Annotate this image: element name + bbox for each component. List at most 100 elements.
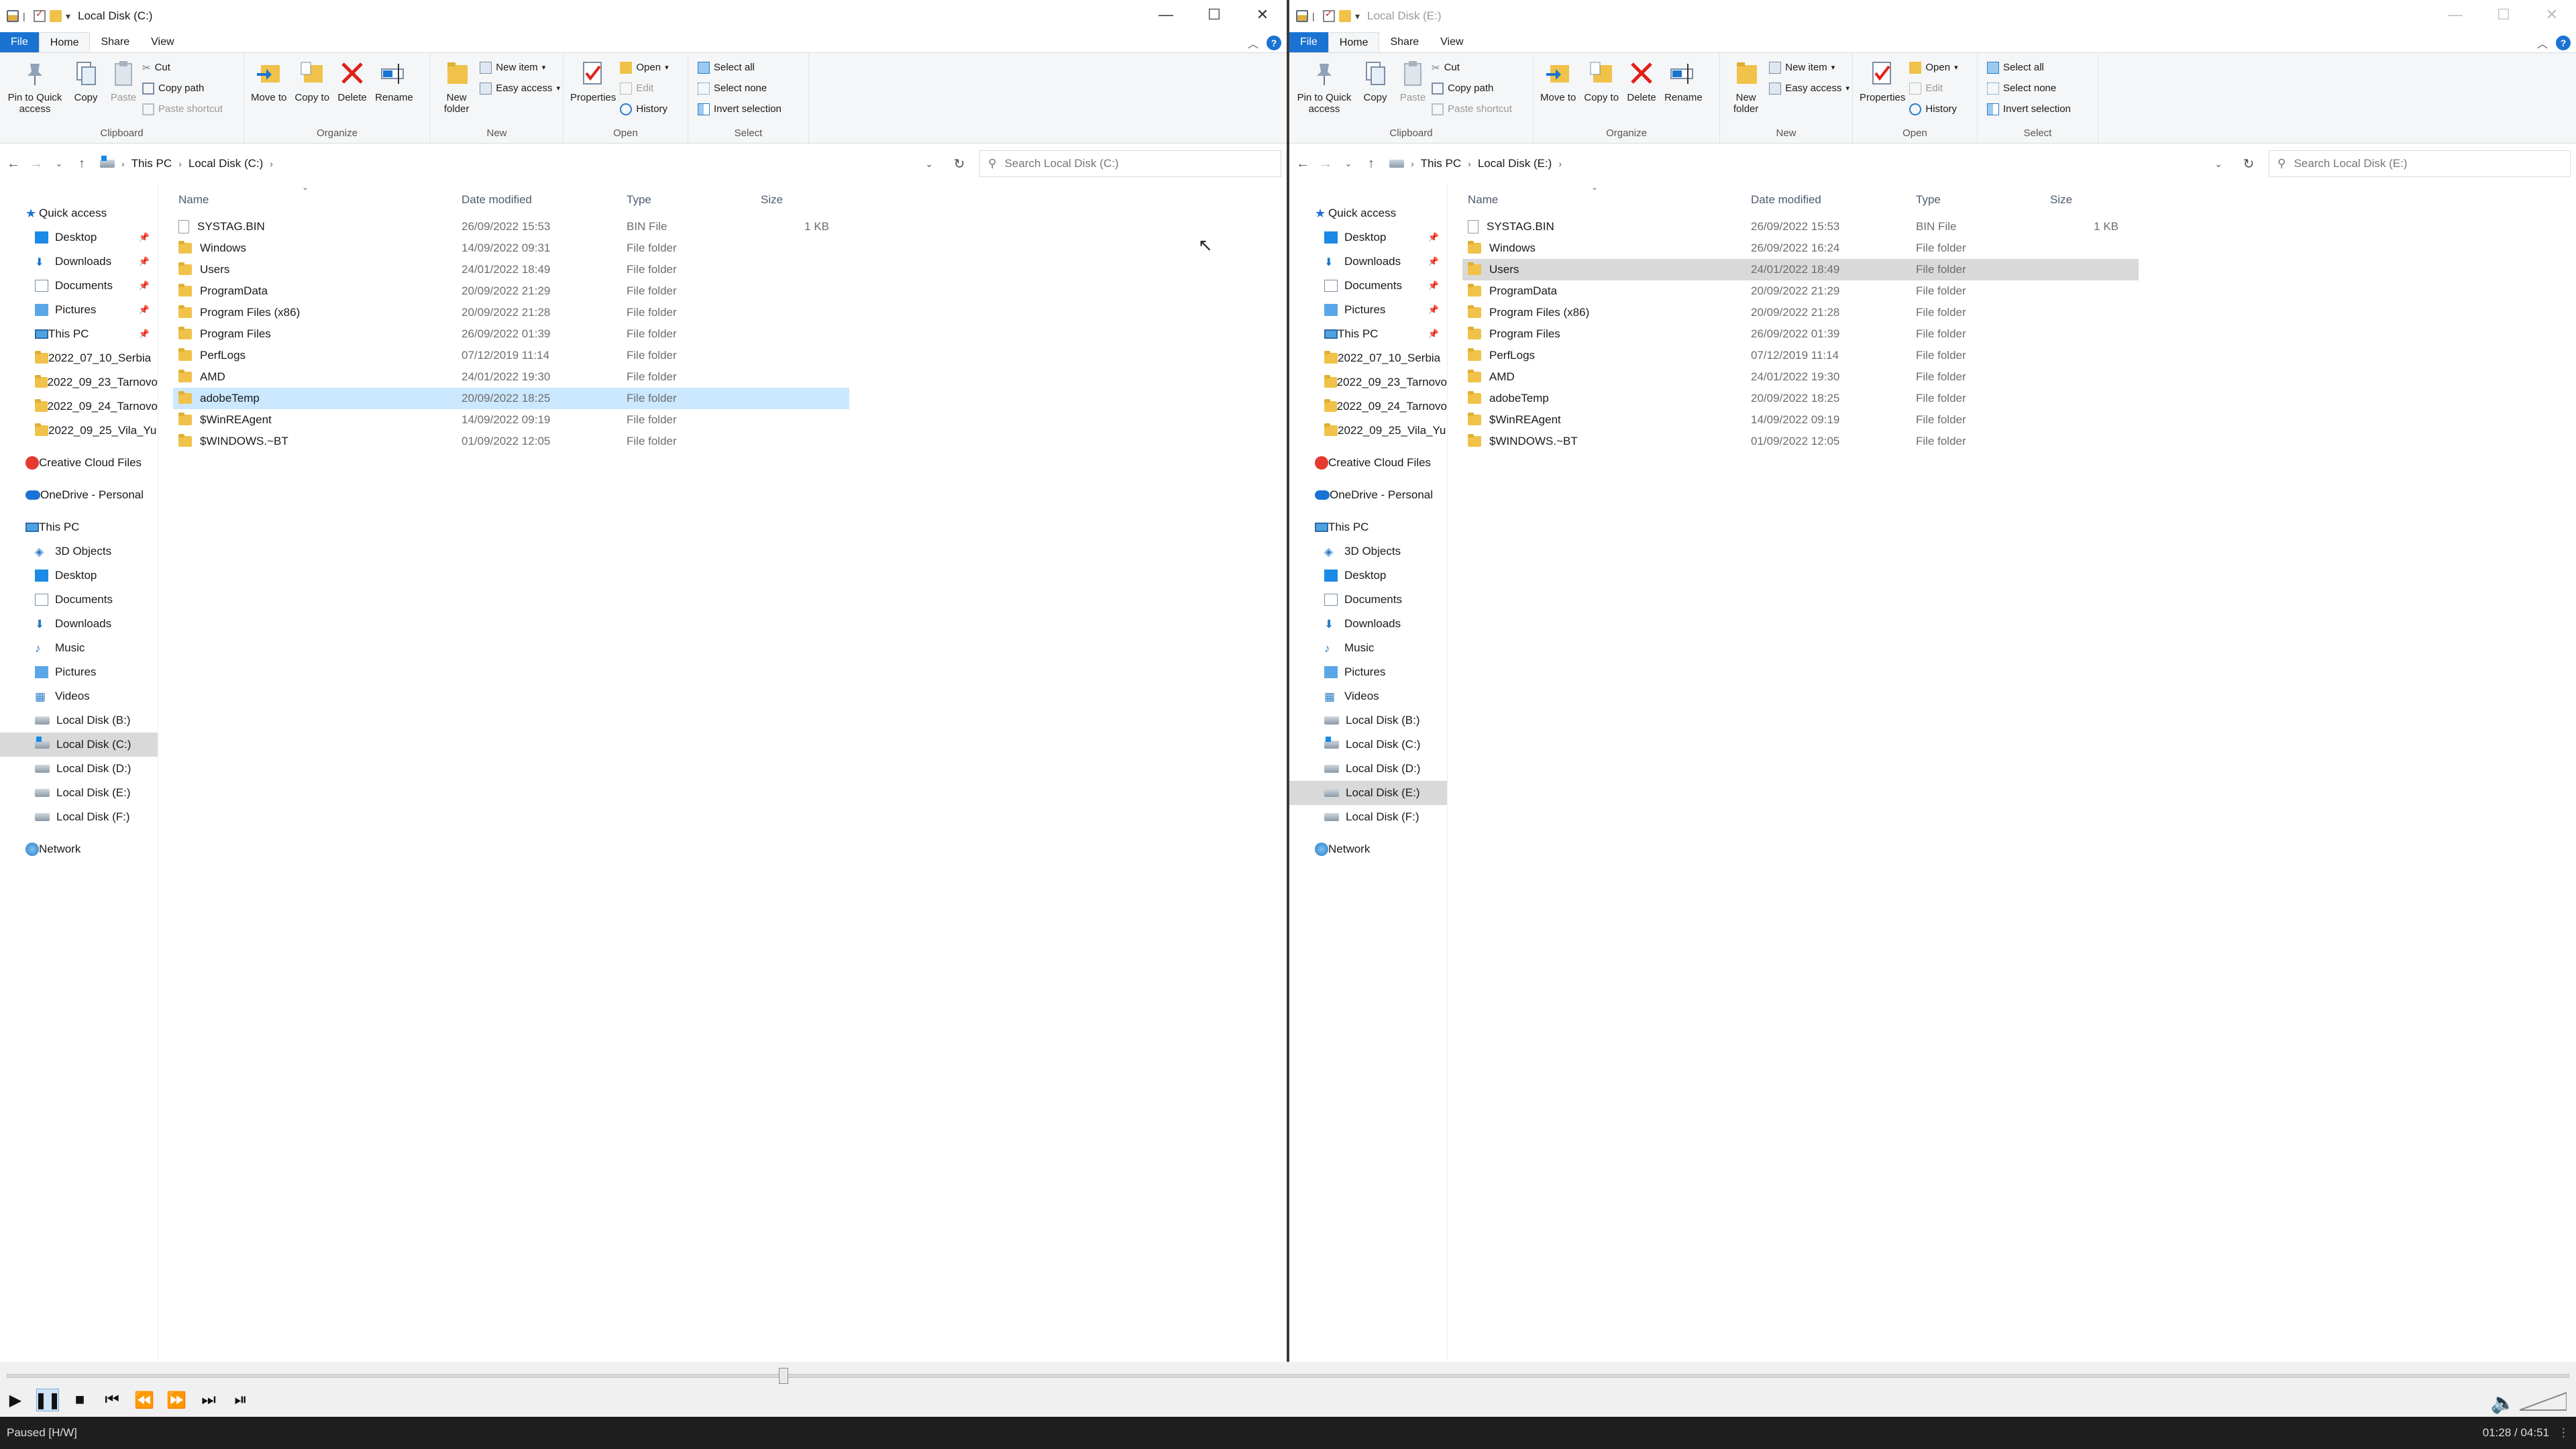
column-type[interactable]: Type <box>1908 193 2042 207</box>
sidebar-item-drive-e[interactable]: Local Disk (E:) <box>1289 781 1447 805</box>
tab-share[interactable]: Share <box>1379 32 1430 52</box>
sidebar-onedrive[interactable]: OneDrive - Personal <box>1289 483 1447 507</box>
sidebar-item-documents[interactable]: Documents 📌 <box>0 274 158 298</box>
sidebar-item-downloads[interactable]: ⬇ Downloads 📌 <box>0 250 158 274</box>
sidebar-item-drive-f[interactable]: Local Disk (F:) <box>1289 805 1447 829</box>
tab-share[interactable]: Share <box>90 32 140 52</box>
pin-icon[interactable]: 📌 <box>1428 305 1439 315</box>
close-button[interactable]: ✕ <box>2528 0 2576 30</box>
column-type[interactable]: Type <box>619 193 753 207</box>
sidebar-item-drive-d[interactable]: Local Disk (D:) <box>0 757 158 781</box>
sidebar-item-downloads[interactable]: ⬇ Downloads <box>0 612 158 636</box>
breadcrumb-this-pc[interactable]: This PC <box>131 157 172 170</box>
pin-icon[interactable]: 📌 <box>1428 232 1439 243</box>
sidebar-item-drive-e[interactable]: Local Disk (E:) <box>0 781 158 805</box>
address-dropdown-icon[interactable]: ⌄ <box>925 158 933 170</box>
sidebar-item-desktop[interactable]: Desktop <box>0 564 158 588</box>
sidebar-item-this-pc[interactable]: This PC 📌 <box>1289 322 1447 346</box>
tab-home[interactable]: Home <box>1328 32 1380 52</box>
sidebar-item-documents[interactable]: Documents <box>0 588 158 612</box>
search-box[interactable]: ⚲ Search Local Disk (C:) <box>979 150 1281 177</box>
back-arrow-icon[interactable]: ← <box>1295 156 1311 172</box>
history-button[interactable]: History <box>620 100 668 118</box>
up-arrow-icon[interactable]: ↑ <box>74 156 90 172</box>
pin-icon[interactable]: 📌 <box>139 305 150 315</box>
sidebar-item-pictures[interactable]: Pictures <box>1289 660 1447 684</box>
edit-button[interactable]: Edit <box>620 79 668 97</box>
tab-file[interactable]: File <box>0 32 39 52</box>
select-none-button[interactable]: Select none <box>698 79 782 97</box>
stop-icon[interactable]: ■ <box>68 1389 91 1411</box>
sidebar-quick-access[interactable]: ★ Quick access <box>1289 201 1447 225</box>
sidebar-onedrive[interactable]: OneDrive - Personal <box>0 483 158 507</box>
pin-icon[interactable]: 📌 <box>139 256 150 267</box>
table-row[interactable]: Program Files (x86) 20/09/2022 21:28 File … <box>1462 302 2139 323</box>
tab-home[interactable]: Home <box>38 32 91 52</box>
table-row[interactable]: PerfLogs 07/12/2019 11:14 File folder <box>173 345 849 366</box>
table-row[interactable]: Users 24/01/2022 18:49 File folder <box>1462 259 2139 280</box>
maximize-button[interactable]: ☐ <box>1190 0 1238 30</box>
sidebar-item-2022-07-10-serbia[interactable]: 2022_07_10_Serbia <box>1289 346 1447 370</box>
sidebar-item-music[interactable]: ♪ Music <box>1289 636 1447 660</box>
sidebar-item-documents[interactable]: Documents 📌 <box>1289 274 1447 298</box>
sidebar-creative-cloud[interactable]: Creative Cloud Files <box>0 451 158 475</box>
up-arrow-icon[interactable]: ↑ <box>1363 156 1379 172</box>
open-button[interactable]: Open ▾ <box>620 58 669 76</box>
pin-icon[interactable]: 📌 <box>1428 280 1439 291</box>
search-box[interactable]: ⚲ Search Local Disk (E:) <box>2269 150 2571 177</box>
table-row[interactable]: adobeTemp 20/09/2022 18:25 File folder <box>173 388 849 409</box>
next-icon[interactable]: ⏭ <box>197 1389 220 1411</box>
table-row[interactable]: Users 24/01/2022 18:49 File folder <box>173 259 849 280</box>
maximize-button[interactable]: ☐ <box>2479 0 2528 30</box>
sidebar-item-drive-b[interactable]: Local Disk (B:) <box>1289 708 1447 733</box>
sidebar-item-desktop[interactable]: Desktop 📌 <box>1289 225 1447 250</box>
breadcrumb-drive[interactable]: Local Disk (C:) <box>189 157 263 170</box>
sidebar-item-videos[interactable]: ▦ Videos <box>0 684 158 708</box>
table-row[interactable]: ProgramData 20/09/2022 21:29 File folder <box>173 280 849 302</box>
sidebar-item-desktop[interactable]: Desktop 📌 <box>0 225 158 250</box>
rewind-icon[interactable]: ⏪ <box>133 1389 156 1411</box>
copy-path-button[interactable]: Copy path <box>142 79 223 97</box>
table-row[interactable]: $WINDOWS.~BT 01/09/2022 12:05 File folder <box>173 431 849 452</box>
sidebar-creative-cloud[interactable]: Creative Cloud Files <box>1289 451 1447 475</box>
sidebar-item-videos[interactable]: ▦ Videos <box>1289 684 1447 708</box>
sidebar-quick-access[interactable]: ★ Quick access <box>0 201 158 225</box>
table-row[interactable]: $WinREAgent 14/09/2022 09:19 File folder <box>1462 409 2139 431</box>
sidebar-item-2022-09-24-tarnovo[interactable]: 2022_09_24_Tarnovo <box>1289 394 1447 419</box>
pin-icon[interactable]: 📌 <box>1428 329 1439 339</box>
table-row[interactable]: $WinREAgent 14/09/2022 09:19 File folder <box>173 409 849 431</box>
sidebar-network[interactable]: Network <box>0 837 158 861</box>
help-icon[interactable]: ? <box>2556 36 2571 50</box>
sidebar-item-drive-f[interactable]: Local Disk (F:) <box>0 805 158 829</box>
table-row[interactable]: Program Files 26/09/2022 01:39 File folder <box>173 323 849 345</box>
sidebar-item-2022-09-23-tarnovo[interactable]: 2022_09_23_Tarnovo <box>1289 370 1447 394</box>
select-none-button[interactable]: Select none <box>1987 79 2071 97</box>
volume-slider[interactable] <box>2520 1391 2567 1411</box>
sidebar-item-pictures[interactable]: Pictures <box>0 660 158 684</box>
breadcrumb-this-pc[interactable]: This PC <box>1421 157 1461 170</box>
address-dropdown-icon[interactable]: ⌄ <box>2214 158 2222 170</box>
sidebar-item-drive-b[interactable]: Local Disk (B:) <box>0 708 158 733</box>
column-date[interactable]: Date modified <box>453 193 619 207</box>
back-arrow-icon[interactable]: ← <box>5 156 21 172</box>
pin-icon[interactable]: 📌 <box>139 232 150 243</box>
new-folder-quick-icon[interactable] <box>50 10 62 22</box>
seek-bar[interactable] <box>7 1368 2569 1384</box>
sidebar-item-drive-d[interactable]: Local Disk (D:) <box>1289 757 1447 781</box>
recent-locations-icon[interactable]: ⌄ <box>1340 158 1356 169</box>
close-button[interactable]: ✕ <box>1238 0 1287 30</box>
forward-arrow-icon[interactable]: → <box>28 156 44 172</box>
copy-path-button[interactable]: Copy path <box>1432 79 1512 97</box>
address-bar[interactable]: › This PC › Local Disk (E:) › ⌄ <box>1386 150 2229 177</box>
help-icon[interactable]: ? <box>1267 36 1281 50</box>
invert-selection-button[interactable]: Invert selection <box>1987 100 2071 118</box>
title-bar[interactable]: | ▾ Local Disk (E:) — ☐ ✕ <box>1289 0 2576 32</box>
frame-step-icon[interactable]: ⏯ <box>229 1389 252 1411</box>
paste-shortcut-button[interactable]: Paste shortcut <box>1432 100 1512 118</box>
fast-forward-icon[interactable]: ⏩ <box>165 1389 188 1411</box>
easy-access-button[interactable]: Easy access ▾ <box>1769 79 1849 97</box>
title-bar[interactable]: | ▾ Local Disk (C:) — ☐ ✕ <box>0 0 1287 32</box>
address-bar[interactable]: › This PC › Local Disk (C:) › ⌄ <box>97 150 939 177</box>
paste-shortcut-button[interactable]: Paste shortcut <box>142 100 223 118</box>
new-folder-quick-icon[interactable] <box>1339 10 1351 22</box>
